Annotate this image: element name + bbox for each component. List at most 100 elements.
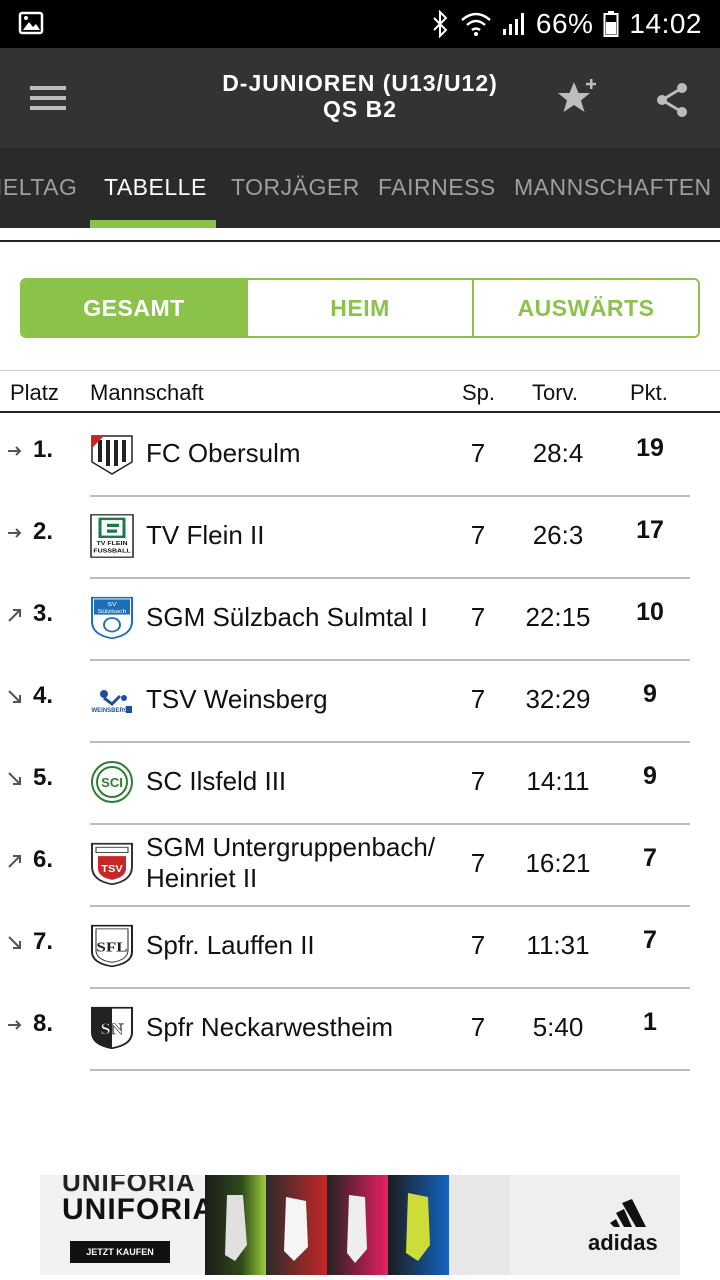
points: 7 (643, 926, 657, 954)
football-boot-icon (347, 1195, 367, 1263)
table-row[interactable]: 6. TSV SGM Untergruppenbach/ Heinriet II… (0, 824, 720, 907)
spfr-lauffen-crest-icon: SFL (91, 924, 133, 968)
rank: 5. (33, 764, 54, 791)
team-name-line-2: Heinriet II (146, 863, 258, 893)
row-divider (90, 1069, 690, 1071)
table-row[interactable]: 4. WEINSBERG TSV Weinsberg 7 32:29 9 (0, 660, 720, 743)
ad-logo-panel: adidas (510, 1175, 680, 1275)
column-header-sp: Sp. (462, 380, 496, 405)
goal-ratio: 32:29 (525, 684, 591, 714)
divider (0, 370, 720, 371)
team-name[interactable]: FC Obersulm (146, 438, 456, 469)
svg-text:SCI: SCI (101, 775, 123, 790)
divider (0, 240, 720, 242)
tab-torjaeger[interactable]: TORJÄGER (231, 174, 360, 201)
rank: 1. (33, 436, 54, 463)
boot-image (205, 1175, 266, 1275)
table-row[interactable]: 7. SFL Spfr. Lauffen II 7 11:31 7 (0, 906, 720, 989)
goal-ratio: 22:15 (525, 602, 591, 632)
battery-icon (603, 11, 619, 37)
sc-ilsfeld-crest-icon: SCI (91, 761, 133, 803)
team-name[interactable]: TSV Weinsberg (146, 684, 456, 715)
boot-image (327, 1175, 388, 1275)
active-tab-indicator (90, 220, 216, 228)
team-name-line-1: SGM Untergruppenbach/ (146, 832, 436, 862)
svg-text:FUSSBALL: FUSSBALL (93, 548, 130, 554)
divider (0, 411, 720, 413)
trend-down-icon (8, 690, 21, 703)
tab-tabelle[interactable]: TABELLE (104, 174, 207, 201)
wifi-icon (461, 12, 491, 36)
fc-obersulm-crest-icon (91, 435, 133, 475)
games-played: 7 (470, 438, 486, 468)
trend-same-icon (8, 528, 22, 538)
table-row[interactable]: 8. SN Spfr Neckarwestheim 7 5:40 1 (0, 988, 720, 1071)
column-header-torv: Torv. (532, 380, 579, 405)
segment-heim[interactable]: HEIM (246, 280, 472, 336)
trend-down-icon (8, 936, 21, 949)
rank: 4. (33, 682, 54, 709)
table-row[interactable]: 5. SCI SC Ilsfeld III 7 14:11 9 (0, 742, 720, 825)
points: 1 (643, 1008, 657, 1036)
adidas-logo-icon (610, 1199, 646, 1227)
trend-up-icon (8, 855, 21, 868)
ad-product-images (205, 1175, 510, 1275)
football-boot-icon (406, 1193, 430, 1261)
points: 9 (643, 762, 657, 790)
column-header-pkt: Pkt. (630, 380, 668, 405)
team-name[interactable]: TV Flein II (146, 520, 456, 551)
goal-ratio: 26:3 (532, 520, 584, 550)
svg-text:SN: SN (101, 1020, 125, 1038)
team-name[interactable]: SC Ilsfeld III (146, 766, 456, 797)
boot-image (266, 1175, 327, 1275)
goal-ratio: 28:4 (532, 438, 584, 468)
boot-image (388, 1175, 449, 1275)
goal-ratio: 11:31 (526, 930, 590, 960)
tab-bar: IELTAG TABELLE TORJÄGER FAIRNESS MANNSCH… (0, 148, 720, 228)
segment-auswaerts[interactable]: AUSWÄRTS (472, 280, 698, 336)
sv-sulzbach-crest-icon: SV Sülzbach (91, 596, 133, 640)
points: 10 (636, 598, 664, 626)
title-line-2: QS B2 (322, 96, 398, 122)
games-played: 7 (470, 602, 486, 632)
table-row[interactable]: 3. SV Sülzbach SGM Sülzbach Sulmtal I 7 … (0, 578, 720, 661)
team-name[interactable]: SGM Untergruppenbach/ Heinriet II (146, 832, 456, 894)
table-row[interactable]: 1. FC Obersulm 7 28:4 19 (0, 414, 720, 497)
goal-ratio: 16:21 (525, 848, 591, 878)
svg-text:WEINSBERG: WEINSBERG (91, 708, 128, 714)
trend-up-icon (8, 609, 21, 622)
ad-cta-button[interactable]: JETZT KAUFEN (70, 1241, 170, 1263)
football-boot-icon (284, 1197, 308, 1261)
team-name[interactable]: Spfr Neckarwestheim (146, 1012, 456, 1043)
ad-text-panel: UNIFORIA UNIFORIA JETZT KAUFEN (40, 1175, 214, 1275)
tab-mannschaften[interactable]: MANNSCHAFTEN (514, 174, 712, 201)
hamburger-menu-icon[interactable] (28, 82, 68, 114)
points: 17 (636, 516, 664, 544)
ad-brand-text: UNIFORIA (62, 1193, 215, 1226)
share-icon[interactable] (652, 80, 692, 120)
ad-banner[interactable]: UNIFORIA UNIFORIA JETZT KAUFEN adidas (40, 1175, 680, 1275)
games-played: 7 (470, 848, 486, 878)
tab-fairness[interactable]: FAIRNESS (378, 174, 496, 201)
games-played: 7 (470, 930, 486, 960)
gallery-notification-icon (18, 11, 44, 35)
column-header-platz: Platz (10, 380, 59, 405)
team-name[interactable]: SGM Sülzbach Sulmtal I (146, 602, 456, 633)
status-bar: 66% 14:02 (0, 0, 720, 48)
favorite-star-add-icon[interactable] (554, 76, 600, 122)
rank: 8. (33, 1010, 54, 1037)
team-name[interactable]: Spfr. Lauffen II (146, 930, 456, 961)
table-row[interactable]: 2. TV FLEIN FUSSBALL TV Flein II 7 26:3 … (0, 496, 720, 579)
rank: 7. (33, 928, 54, 955)
rank: 2. (33, 518, 54, 545)
rank: 3. (33, 600, 54, 627)
svg-text:TSV: TSV (101, 864, 122, 874)
ad-advertiser-name: adidas (588, 1230, 658, 1255)
segment-gesamt[interactable]: GESAMT (22, 280, 246, 336)
ad-background (449, 1175, 510, 1275)
football-boot-icon (225, 1195, 247, 1261)
goal-ratio: 5:40 (532, 1012, 584, 1042)
svg-text:SV: SV (107, 602, 117, 608)
svg-text:TV FLEIN: TV FLEIN (96, 540, 127, 546)
tab-spieltag[interactable]: IELTAG (0, 174, 77, 201)
